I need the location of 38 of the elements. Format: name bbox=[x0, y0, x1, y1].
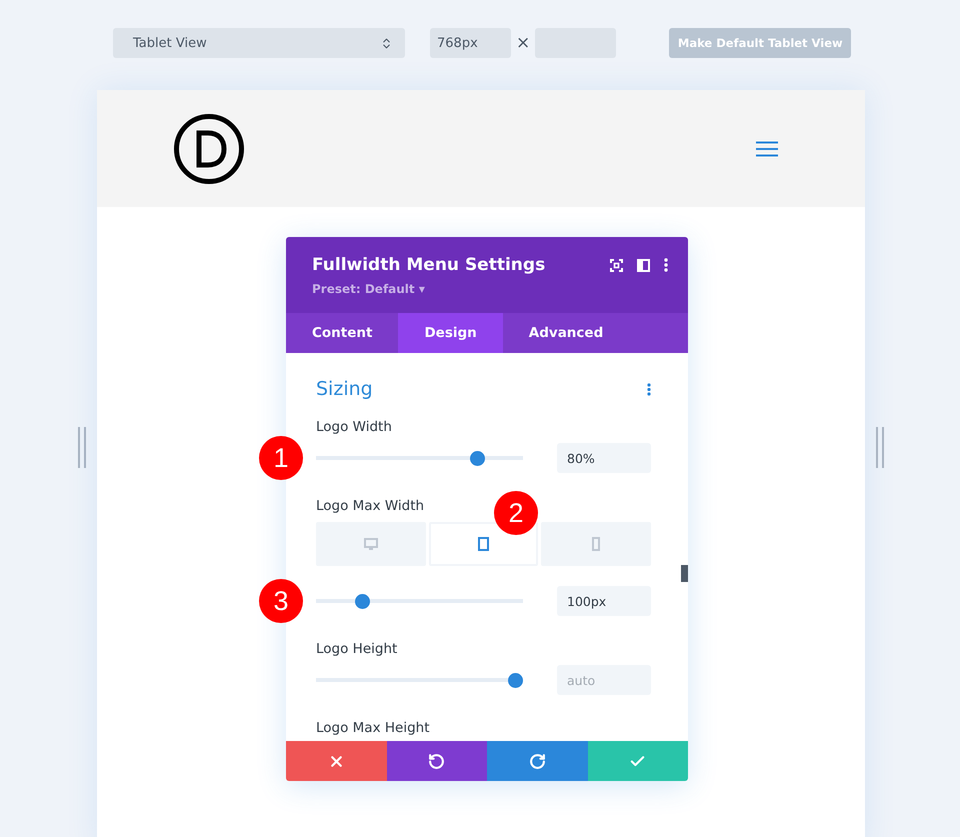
times-sign: × bbox=[516, 33, 530, 53]
slider-thumb[interactable] bbox=[508, 672, 523, 688]
more-icon[interactable] bbox=[647, 382, 651, 396]
slider-thumb[interactable] bbox=[470, 450, 486, 466]
undo-icon bbox=[428, 752, 446, 770]
tab[interactable]: Design bbox=[398, 313, 503, 353]
sidebar-icon[interactable] bbox=[637, 258, 650, 272]
more-icon[interactable] bbox=[664, 258, 668, 272]
width-field[interactable]: 768px bbox=[430, 28, 511, 58]
field-label: Logo Width bbox=[316, 419, 392, 435]
number-badge: 3 bbox=[259, 579, 303, 623]
tab[interactable]: Advanced bbox=[502, 313, 630, 353]
view-select[interactable]: Tablet View bbox=[113, 28, 405, 58]
fullscreen-icon[interactable] bbox=[610, 258, 623, 272]
phone-icon bbox=[592, 537, 600, 551]
preset-dropdown[interactable]: Preset: Default ▾ bbox=[312, 282, 546, 296]
undo-button[interactable] bbox=[386, 741, 487, 781]
modal-title: Fullwidth Menu Settings bbox=[312, 255, 546, 275]
device-tab[interactable] bbox=[428, 522, 538, 566]
redo-button[interactable] bbox=[487, 741, 588, 781]
number-badge: 1 bbox=[259, 436, 303, 480]
field-label: Logo Max Width bbox=[316, 498, 424, 514]
slider-thumb[interactable] bbox=[354, 594, 370, 608]
value-field[interactable]: 100px bbox=[557, 586, 651, 616]
tablet-icon bbox=[478, 537, 489, 551]
scrollbar-thumb[interactable] bbox=[681, 565, 688, 582]
desktop-icon bbox=[364, 538, 378, 550]
resize-handle[interactable] bbox=[876, 427, 884, 468]
redo-icon bbox=[528, 752, 546, 770]
logo-icon bbox=[173, 112, 245, 184]
tab[interactable]: Content bbox=[286, 313, 398, 353]
section-title[interactable]: Sizing bbox=[316, 378, 373, 400]
menu-icon[interactable] bbox=[756, 140, 778, 156]
field-label: Logo Height bbox=[316, 641, 398, 657]
number-badge: 2 bbox=[494, 491, 538, 535]
resize-handle[interactable] bbox=[78, 427, 86, 468]
value-field[interactable]: 80% bbox=[557, 443, 651, 473]
field-label: Logo Max Height bbox=[316, 720, 430, 736]
